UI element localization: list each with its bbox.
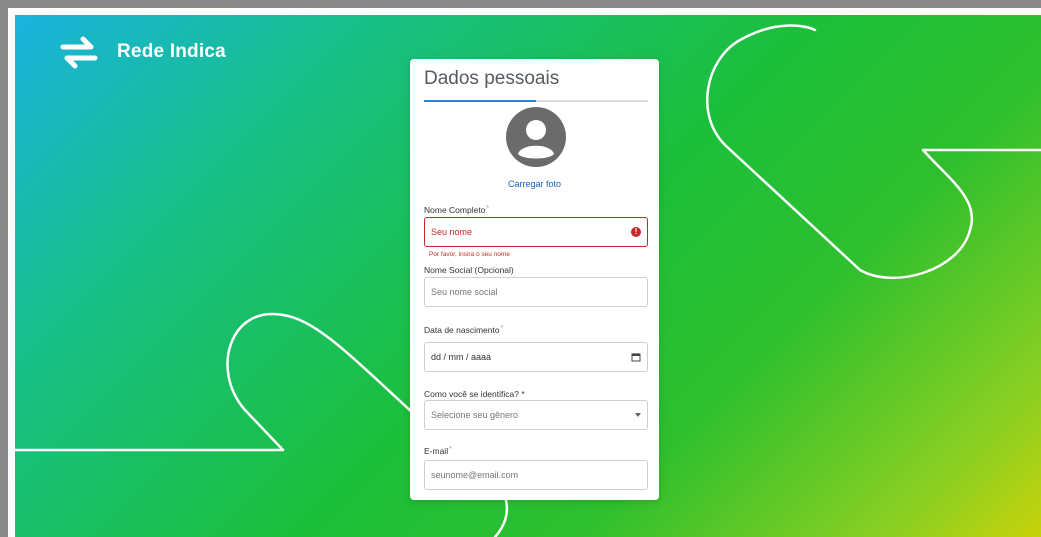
email-placeholder: seunome@email.com	[431, 470, 519, 480]
email-label: E-mail*	[424, 446, 452, 456]
calendar-icon[interactable]	[631, 352, 641, 362]
step-progress-fill	[424, 100, 536, 102]
gender-label-text: Como você se identifica? *	[424, 389, 525, 399]
birth-date-label: Data de nascimento*	[424, 325, 503, 335]
page-background: Rede Indica Dados pessoais Carregar foto…	[15, 15, 1041, 537]
upload-photo-link[interactable]: Carregar foto	[410, 179, 659, 189]
user-avatar-icon[interactable]	[506, 107, 566, 167]
full-name-label-text: Nome Completo	[424, 205, 486, 215]
brand[interactable]: Rede Indica	[59, 32, 226, 72]
gender-label: Como você se identifica? *	[424, 389, 525, 399]
social-name-placeholder: Seu nome social	[431, 287, 498, 297]
gender-select[interactable]: Selecione seu gênero	[424, 400, 648, 430]
full-name-placeholder: Seu nome	[431, 227, 473, 237]
chevron-down-icon	[635, 413, 641, 417]
step-progress-bar	[424, 100, 648, 102]
birth-date-placeholder: dd / mm / aaaa	[431, 352, 492, 362]
email-label-text: E-mail	[424, 446, 449, 456]
error-icon: !	[631, 227, 641, 237]
card-title: Dados pessoais	[424, 68, 560, 89]
personal-data-card: Dados pessoais Carregar foto Nome Comple…	[410, 59, 659, 500]
birth-date-input[interactable]: dd / mm / aaaa	[424, 342, 648, 372]
email-input[interactable]: seunome@email.com	[424, 460, 648, 490]
gender-selected-value: Selecione seu gênero	[431, 410, 519, 420]
full-name-input[interactable]: Seu nome !	[424, 217, 648, 247]
social-name-label: Nome Social (Opcional)	[424, 265, 514, 275]
social-name-label-text: Nome Social (Opcional)	[424, 265, 514, 275]
birth-date-label-text: Data de nascimento	[424, 325, 500, 335]
required-mark: *	[486, 205, 490, 212]
required-mark: *	[449, 446, 452, 453]
brand-name: Rede Indica	[117, 41, 226, 62]
required-mark: *	[500, 325, 504, 332]
full-name-label: Nome Completo*	[424, 205, 489, 215]
swap-arrows-icon	[60, 36, 98, 69]
full-name-error-message: Por favor, insira o seu nome	[429, 251, 510, 258]
social-name-input[interactable]: Seu nome social	[424, 277, 648, 307]
